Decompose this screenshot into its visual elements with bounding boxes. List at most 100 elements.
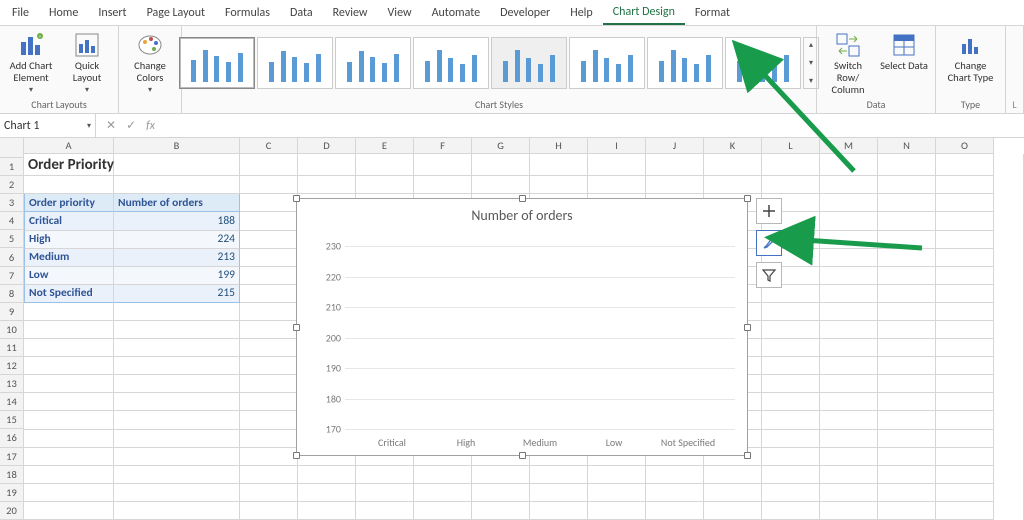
cell[interactable] [588, 466, 646, 484]
embedded-chart[interactable]: Number of orders 170180190200210220230 C… [296, 198, 748, 456]
cell[interactable] [820, 393, 878, 411]
chart-plot-area[interactable]: 170180190200210220230 CriticalHighMedium… [345, 231, 735, 429]
cell[interactable] [936, 411, 994, 429]
cell[interactable] [24, 321, 114, 339]
cell[interactable] [240, 466, 298, 484]
cell[interactable] [414, 176, 472, 194]
resize-handle[interactable] [744, 452, 751, 459]
cell[interactable]: 199 [114, 267, 240, 285]
formula-bar[interactable] [165, 114, 1024, 137]
cell[interactable] [356, 154, 414, 176]
cell[interactable] [936, 484, 994, 502]
cell[interactable] [24, 411, 114, 429]
cell[interactable] [878, 212, 936, 230]
cell[interactable] [820, 154, 878, 176]
cell[interactable] [820, 357, 878, 375]
resize-handle[interactable] [293, 324, 300, 331]
cell[interactable] [24, 357, 114, 375]
column-header-F[interactable]: F [414, 138, 472, 154]
tab-developer[interactable]: Developer [490, 2, 560, 24]
cell[interactable] [298, 466, 356, 484]
select-all-triangle[interactable] [0, 138, 24, 158]
cell[interactable] [878, 466, 936, 484]
cell[interactable]: High [24, 231, 114, 249]
cell[interactable] [240, 430, 298, 448]
chart-style-1[interactable] [179, 37, 255, 89]
cell[interactable] [762, 430, 820, 448]
column-header-M[interactable]: M [820, 138, 878, 154]
cell[interactable] [240, 303, 298, 321]
cell[interactable]: Order Priority [24, 154, 114, 176]
cell[interactable] [820, 466, 878, 484]
cell[interactable] [936, 357, 994, 375]
tab-data[interactable]: Data [280, 2, 323, 24]
cell[interactable] [114, 502, 240, 520]
cell[interactable] [414, 484, 472, 502]
cell[interactable] [936, 430, 994, 448]
cell[interactable] [820, 411, 878, 429]
row-header-5[interactable]: 5 [0, 230, 24, 248]
cell[interactable] [820, 176, 878, 194]
cell[interactable] [878, 285, 936, 303]
column-header-I[interactable]: I [588, 138, 646, 154]
cell[interactable] [878, 194, 936, 212]
cell[interactable] [762, 375, 820, 393]
cell[interactable] [936, 154, 994, 176]
cell[interactable] [878, 484, 936, 502]
cell[interactable] [24, 176, 114, 194]
column-header-D[interactable]: D [298, 138, 356, 154]
cell[interactable] [936, 502, 994, 520]
row-header-18[interactable]: 18 [0, 466, 24, 484]
fx-icon[interactable]: fx [146, 119, 155, 133]
cell[interactable] [24, 375, 114, 393]
cell[interactable] [588, 154, 646, 176]
switch-row-column-button[interactable]: Switch Row/ Column [823, 30, 873, 96]
cell[interactable] [762, 466, 820, 484]
cell[interactable] [240, 321, 298, 339]
cell[interactable] [356, 502, 414, 520]
cell[interactable] [878, 430, 936, 448]
cell[interactable] [820, 249, 878, 267]
cell[interactable] [240, 249, 298, 267]
cell[interactable] [240, 154, 298, 176]
cell[interactable] [24, 502, 114, 520]
quick-layout-button[interactable]: Quick Layout ▾ [62, 30, 112, 95]
resize-handle[interactable] [519, 195, 526, 202]
add-chart-element-button[interactable]: + Add Chart Element ▾ [6, 30, 56, 95]
cell[interactable] [878, 448, 936, 466]
cell[interactable]: Not Specified [24, 285, 114, 303]
cell[interactable] [936, 285, 994, 303]
cell[interactable] [762, 154, 820, 176]
cell[interactable] [878, 393, 936, 411]
chart-style-7[interactable] [647, 37, 723, 89]
row-header-14[interactable]: 14 [0, 393, 24, 411]
cell[interactable] [472, 484, 530, 502]
cell[interactable] [762, 502, 820, 520]
cell[interactable] [114, 303, 240, 321]
tab-chart-design[interactable]: Chart Design [603, 1, 685, 25]
cell[interactable] [24, 303, 114, 321]
column-header-H[interactable]: H [530, 138, 588, 154]
tab-page-layout[interactable]: Page Layout [137, 2, 215, 24]
cell[interactable] [24, 430, 114, 448]
cell[interactable] [530, 502, 588, 520]
cell[interactable]: Critical [24, 212, 114, 230]
cell[interactable] [936, 176, 994, 194]
cell[interactable] [472, 154, 530, 176]
cell[interactable]: 224 [114, 231, 240, 249]
resize-handle[interactable] [744, 195, 751, 202]
cell[interactable] [936, 194, 994, 212]
cell[interactable] [114, 411, 240, 429]
column-header-G[interactable]: G [472, 138, 530, 154]
cell[interactable] [588, 176, 646, 194]
cell[interactable] [820, 484, 878, 502]
cell[interactable] [114, 484, 240, 502]
tab-file[interactable]: File [2, 2, 39, 24]
cell[interactable] [820, 194, 878, 212]
cell[interactable] [414, 502, 472, 520]
tab-view[interactable]: View [378, 2, 422, 24]
row-header-10[interactable]: 10 [0, 321, 24, 339]
cell[interactable] [704, 154, 762, 176]
cell[interactable] [530, 154, 588, 176]
cell[interactable] [240, 267, 298, 285]
